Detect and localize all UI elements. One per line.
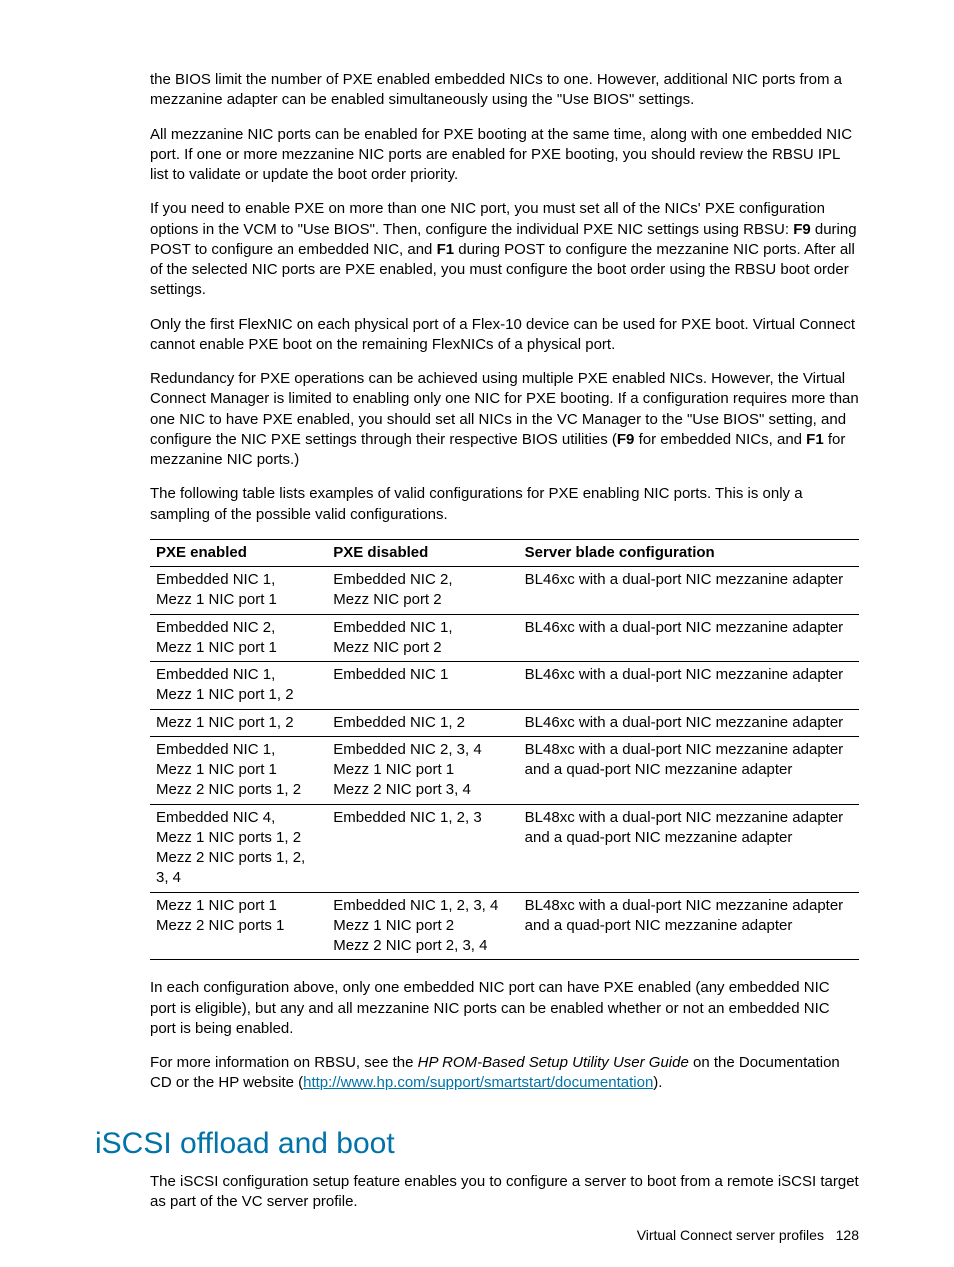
cell-line: Mezz 2 NIC ports 1, 2, 3, 4 [156,849,305,886]
cell-line: Embedded NIC 1, [156,666,275,683]
paragraph: Redundancy for PXE operations can be ach… [150,369,859,470]
cell-line: Mezz 1 NIC port 2 [333,917,454,934]
cell-line: Embedded NIC 1, 2 [333,714,465,731]
page-footer: Virtual Connect server profiles 128 [637,1226,859,1245]
text-run: ). [653,1074,662,1091]
document-page: the BIOS limit the number of PXE enabled… [0,0,954,1267]
text-run: for embedded NICs, and [634,431,806,448]
cell: BL48xc with a dual-port NIC mezzanine ad… [519,892,859,960]
cell-line: Embedded NIC 2, [156,619,275,636]
doc-title-italic: HP ROM-Based Setup Utility User Guide [418,1054,689,1071]
cell-line: Mezz 2 NIC ports 1 [156,917,284,934]
cell-line: Embedded NIC 1 [333,666,448,683]
cell-line: Embedded NIC 2, 3, 4 [333,741,481,758]
cell-line: Embedded NIC 1, [333,619,452,636]
text-run: For more information on RBSU, see the [150,1054,418,1071]
cell: BL46xc with a dual-port NIC mezzanine ad… [519,614,859,662]
table-row: Embedded NIC 1, Mezz 1 NIC port 1 Embedde… [150,567,859,615]
cell-line: Embedded NIC 1, [156,741,275,758]
bold-key: F1 [806,431,824,448]
table-row: Mezz 1 NIC port 1, 2 Embedded NIC 1, 2 B… [150,709,859,736]
cell-line: Embedded NIC 1, [156,571,275,588]
cell-line: Mezz 1 NIC port 1 [156,897,277,914]
table-row: Embedded NIC 1, Mezz 1 NIC port 1, 2 Embe… [150,662,859,710]
cell-line: Embedded NIC 4, [156,809,275,826]
paragraph: Only the first FlexNIC on each physical … [150,315,859,356]
col-header: PXE enabled [150,539,327,566]
cell: BL48xc with a dual-port NIC mezzanine ad… [519,804,859,892]
cell: BL46xc with a dual-port NIC mezzanine ad… [519,567,859,615]
section-heading: iSCSI offload and boot [95,1124,859,1165]
cell: BL46xc with a dual-port NIC mezzanine ad… [519,709,859,736]
bold-key: F9 [617,431,635,448]
paragraph: In each configuration above, only one em… [150,978,859,1039]
paragraph: If you need to enable PXE on more than o… [150,199,859,300]
paragraph: All mezzanine NIC ports can be enabled f… [150,125,859,186]
bold-key: F9 [793,221,811,238]
table-row: Mezz 1 NIC port 1 Mezz 2 NIC ports 1 Embe… [150,892,859,960]
body-content: the BIOS limit the number of PXE enabled… [95,70,859,1094]
table-row: Embedded NIC 2, Mezz 1 NIC port 1 Embedde… [150,614,859,662]
cell-line: Mezz NIC port 2 [333,639,441,656]
table-header-row: PXE enabled PXE disabled Server blade co… [150,539,859,566]
cell-line: Embedded NIC 2, [333,571,452,588]
col-header: PXE disabled [327,539,518,566]
body-content: The iSCSI configuration setup feature en… [95,1172,859,1213]
text-run: If you need to enable PXE on more than o… [150,200,825,237]
cell-line: Mezz 1 NIC port 1, 2 [156,686,294,703]
cell-line: Mezz 2 NIC port 3, 4 [333,781,471,798]
bold-key: F1 [437,241,455,258]
table-row: Embedded NIC 4, Mezz 1 NIC ports 1, 2 Mezz… [150,804,859,892]
cell: BL46xc with a dual-port NIC mezzanine ad… [519,662,859,710]
cell-line: Mezz 1 NIC ports 1, 2 [156,829,301,846]
cell-line: Mezz NIC port 2 [333,591,441,608]
table-row: Embedded NIC 1, Mezz 1 NIC port 1 Mezz 2 N… [150,736,859,804]
cell-line: Embedded NIC 1, 2, 3 [333,809,481,826]
config-table: PXE enabled PXE disabled Server blade co… [150,539,859,961]
cell-line: Mezz 2 NIC port 2, 3, 4 [333,937,487,954]
paragraph: For more information on RBSU, see the HP… [150,1053,859,1094]
col-header: Server blade configuration [519,539,859,566]
cell-line: Mezz 2 NIC ports 1, 2 [156,781,301,798]
paragraph: the BIOS limit the number of PXE enabled… [150,70,859,111]
cell: BL48xc with a dual-port NIC mezzanine ad… [519,736,859,804]
cell-line: Mezz 1 NIC port 1, 2 [156,714,294,731]
cell-line: Mezz 1 NIC port 1 [156,591,277,608]
paragraph: The iSCSI configuration setup feature en… [150,1172,859,1213]
cell-line: Embedded NIC 1, 2, 3, 4 [333,897,498,914]
cell-line: Mezz 1 NIC port 1 [156,639,277,656]
paragraph: The following table lists examples of va… [150,484,859,525]
cell-line: Mezz 1 NIC port 1 [333,761,454,778]
cell-line: Mezz 1 NIC port 1 [156,761,277,778]
hp-docs-link[interactable]: http://www.hp.com/support/smartstart/doc… [303,1074,653,1091]
